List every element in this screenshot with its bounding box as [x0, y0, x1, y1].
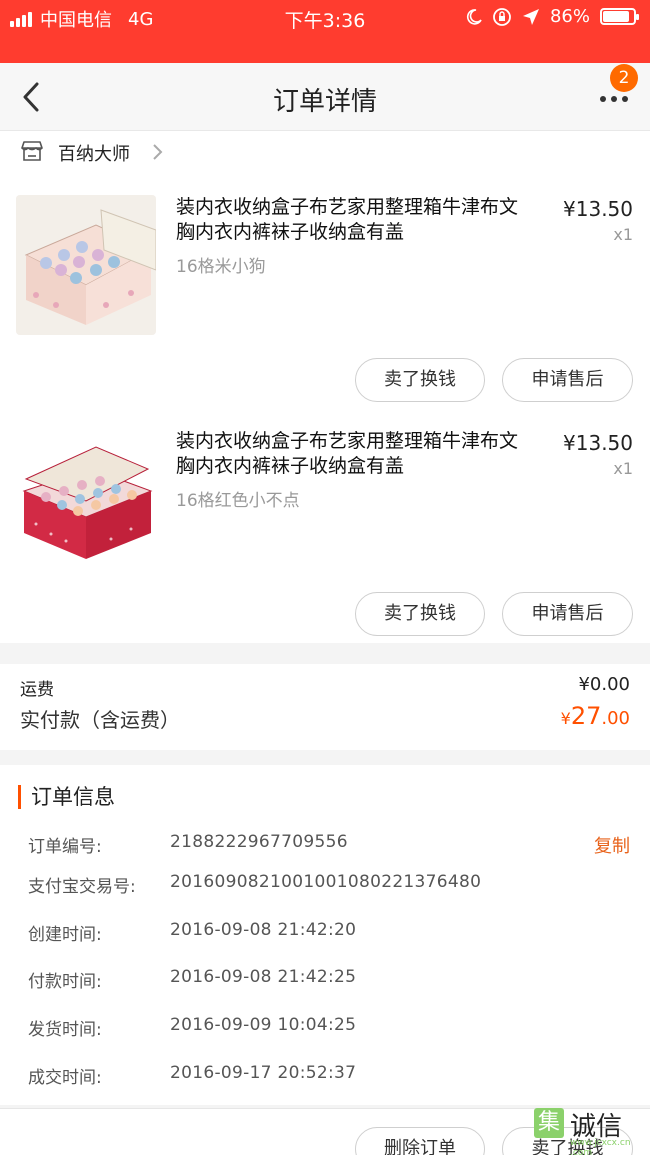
info-value: 2188222967709556 — [170, 832, 348, 852]
sell-button[interactable]: 卖了换钱 — [355, 592, 485, 636]
order-info-heading: 订单信息 — [18, 785, 115, 809]
battery-percent: 86% — [549, 6, 590, 27]
chevron-right-icon — [153, 144, 163, 160]
order-item[interactable]: 装内衣收纳盒子布艺家用整理箱牛津布文胸内衣内裤袜子收纳盒有盖 16格米小狗 ¥1… — [0, 175, 650, 409]
info-value: 2016-09-09 10:04:25 — [170, 1015, 357, 1035]
info-row-order-number: 订单编号: 2188222967709556 复制 — [0, 832, 650, 862]
watermark-logo: 集 诚信 www.jcxcx.cn .com — [534, 1104, 650, 1155]
battery-icon — [600, 8, 639, 25]
shop-header[interactable]: 百纳大师 — [0, 131, 650, 175]
product-title[interactable]: 装内衣收纳盒子布艺家用整理箱牛津布文胸内衣内裤袜子收纳盒有盖 — [176, 195, 534, 245]
nav-bar: 订单详情 2 — [0, 63, 650, 131]
info-value: 2016-09-17 20:52:37 — [170, 1063, 357, 1083]
sell-button[interactable]: 卖了换钱 — [355, 358, 485, 402]
info-key: 订单编号: — [28, 837, 102, 857]
location-icon — [522, 8, 539, 25]
more-dots-icon[interactable] — [594, 89, 634, 109]
info-key: 付款时间: — [28, 972, 102, 992]
copy-button[interactable]: 复制 — [594, 832, 630, 858]
product-qty: x1 — [613, 225, 633, 244]
message-badge: 2 — [610, 64, 638, 92]
info-row-paid: 付款时间: 2016-09-08 21:42:25 — [0, 967, 650, 997]
status-right: 86% — [466, 6, 639, 27]
info-value: 2016-09-08 21:42:25 — [170, 967, 357, 987]
info-row-created: 创建时间: 2016-09-08 21:42:20 — [0, 920, 650, 950]
shop-name[interactable]: 百纳大师 — [58, 140, 130, 166]
product-price: ¥13.50 — [563, 197, 633, 221]
product-spec: 16格红色小不点 — [176, 491, 300, 511]
info-row-alipay-number: 支付宝交易号: 2016090821001001080221376480 — [0, 872, 650, 902]
product-title[interactable]: 装内衣收纳盒子布艺家用整理箱牛津布文胸内衣内裤袜子收纳盒有盖 — [176, 429, 534, 479]
moon-icon — [466, 8, 482, 25]
product-image[interactable] — [16, 429, 156, 569]
shipping-value: ¥0.00 — [578, 674, 630, 695]
store-icon — [21, 141, 43, 161]
product-spec: 16格米小狗 — [176, 257, 266, 277]
info-key: 发货时间: — [28, 1020, 102, 1040]
product-price: ¥13.50 — [563, 431, 633, 455]
watermark-sub: www.jcxcx.cn .com — [570, 1138, 631, 1155]
status-bar: 中国电信 4G 下午3:36 86% — [0, 0, 650, 63]
paid-integer: 27 — [570, 702, 602, 730]
paid-currency: ¥ — [560, 709, 571, 728]
order-item[interactable]: 装内衣收纳盒子布艺家用整理箱牛津布文胸内衣内裤袜子收纳盒有盖 16格红色小不点 … — [0, 409, 650, 643]
info-key: 支付宝交易号: — [28, 877, 136, 897]
paid-label: 实付款（含运费） — [20, 708, 180, 732]
info-row-shipped: 发货时间: 2016-09-09 10:04:25 — [0, 1015, 650, 1045]
paid-decimal: .00 — [601, 708, 630, 729]
info-key: 创建时间: — [28, 925, 102, 945]
product-qty: x1 — [613, 459, 633, 478]
rotation-lock-icon — [493, 7, 511, 26]
paid-amount: ¥27.00 — [561, 702, 630, 730]
delete-order-button[interactable]: 删除订单 — [355, 1127, 485, 1155]
product-image[interactable] — [16, 195, 156, 335]
page-title: 订单详情 — [272, 87, 377, 117]
watermark-box: 集 — [534, 1108, 564, 1138]
info-value: 2016090821001001080221376480 — [170, 872, 482, 892]
info-value: 2016-09-08 21:42:20 — [170, 920, 357, 940]
info-row-completed: 成交时间: 2016-09-17 20:52:37 — [0, 1063, 650, 1093]
aftersale-button[interactable]: 申请售后 — [502, 592, 633, 636]
info-key: 成交时间: — [28, 1068, 102, 1088]
order-info-card: 订单信息 订单编号: 2188222967709556 复制 支付宝交易号: 2… — [0, 765, 650, 1105]
aftersale-button[interactable]: 申请售后 — [502, 358, 633, 402]
shipping-label: 运费 — [20, 680, 54, 700]
fee-summary: 运费 ¥0.00 实付款（含运费） ¥27.00 — [0, 664, 650, 750]
